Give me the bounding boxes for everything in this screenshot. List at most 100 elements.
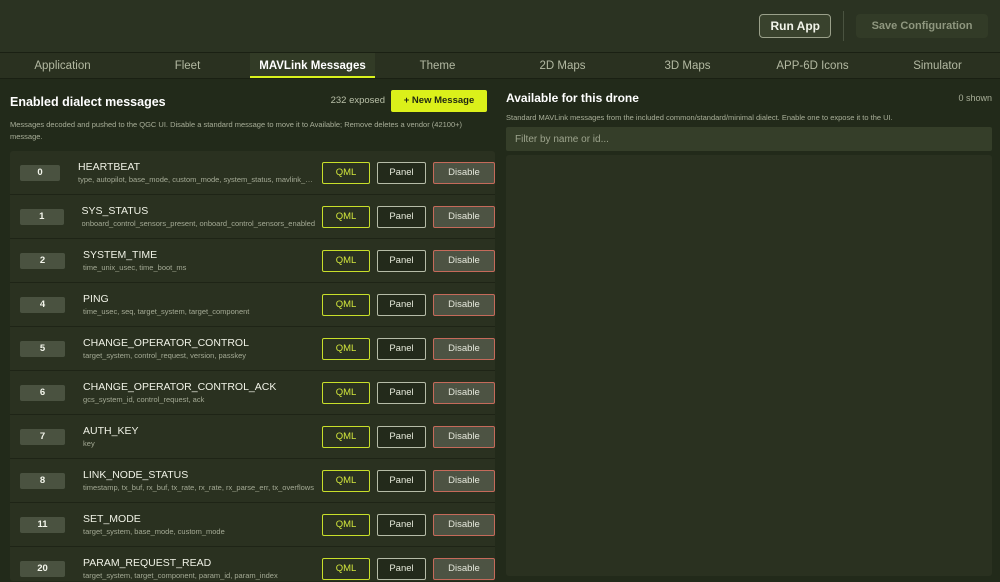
message-name: SYS_STATUS (81, 205, 149, 217)
panel-button[interactable]: Panel (377, 161, 426, 184)
message-fields: key (83, 439, 95, 448)
enabled-messages-panel: Enabled dialect messages 232 exposed + N… (0, 79, 503, 582)
message-fields: timestamp, tx_buf, rx_buf, tx_rate, rx_r… (83, 483, 314, 492)
message-row: 11 SET_MODE target_system, base_mode, cust… (10, 503, 495, 547)
message-id-badge: 6 (20, 384, 66, 401)
message-info: SYSTEM_TIME time_unix_usec, time_boot_ms (83, 248, 315, 273)
panel-button[interactable]: Panel (377, 381, 426, 404)
disable-button[interactable]: Disable (433, 381, 495, 404)
qml-button[interactable]: QML (322, 337, 370, 360)
panel-button[interactable]: Panel (377, 293, 426, 316)
message-info: HEARTBEAT type, autopilot, base_mode, cus… (78, 160, 315, 185)
qml-button[interactable]: QML (322, 513, 370, 536)
tab-2d-maps[interactable]: 2D Maps (500, 53, 625, 78)
tab-theme[interactable]: Theme (375, 53, 500, 78)
disable-button[interactable]: Disable (433, 557, 495, 580)
tab-mavlink-messages[interactable]: MAVLink Messages (250, 53, 375, 78)
disable-button[interactable]: Disable (433, 293, 495, 316)
message-info: PING time_usec, seq, target_system, targe… (83, 292, 315, 317)
enabled-message-list[interactable]: 0 HEARTBEAT type, autopilot, base_mode, cu… (10, 151, 495, 581)
message-name: SYSTEM_TIME (83, 249, 158, 261)
disable-button[interactable]: Disable (433, 469, 495, 492)
message-info: LINK_NODE_STATUS timestamp, tx_buf, rx_bu… (83, 468, 315, 493)
message-row: 7 AUTH_KEY key QML Panel Disable (10, 415, 495, 459)
top-bar: Run App Save Configuration (0, 0, 1000, 53)
message-id-badge: 0 (20, 164, 60, 181)
message-row: 2 SYSTEM_TIME time_unix_usec, time_boot_ms… (10, 239, 495, 283)
message-name: PING (83, 293, 109, 305)
tab-app-6d-icons[interactable]: APP-6D Icons (750, 53, 875, 78)
message-fields: type, autopilot, base_mode, custom_mode,… (78, 175, 315, 184)
exposed-count: 232 exposed (330, 95, 385, 106)
filter-input[interactable] (506, 127, 992, 151)
message-row: 5 CHANGE_OPERATOR_CONTROL target_system, c… (10, 327, 495, 371)
disable-button[interactable]: Disable (433, 513, 495, 536)
message-name: LINK_NODE_STATUS (83, 469, 189, 481)
message-info: CHANGE_OPERATOR_CONTROL_ACK gcs_system_id… (83, 380, 315, 405)
message-actions: QML Panel Disable (322, 469, 495, 492)
message-row: 6 CHANGE_OPERATOR_CONTROL_ACK gcs_system_i… (10, 371, 495, 415)
qml-button[interactable]: QML (322, 381, 370, 404)
disable-button[interactable]: Disable (433, 249, 495, 272)
available-message-list[interactable] (506, 155, 992, 576)
main-content: Enabled dialect messages 232 exposed + N… (0, 79, 1000, 582)
message-actions: QML Panel Disable (322, 557, 495, 580)
disable-button[interactable]: Disable (433, 337, 495, 360)
message-info: SYS_STATUS onboard_control_sensors_presen… (82, 204, 316, 229)
message-name: CHANGE_OPERATOR_CONTROL_ACK (83, 381, 277, 393)
message-name: CHANGE_OPERATOR_CONTROL (83, 337, 249, 349)
message-row: 0 HEARTBEAT type, autopilot, base_mode, cu… (10, 151, 495, 195)
tab-3d-maps[interactable]: 3D Maps (625, 53, 750, 78)
qml-button[interactable]: QML (322, 425, 370, 448)
panel-button[interactable]: Panel (377, 425, 426, 448)
message-id-badge: 2 (20, 252, 66, 269)
message-fields: time_unix_usec, time_boot_ms (83, 263, 187, 272)
message-fields: time_usec, seq, target_system, target_co… (83, 307, 250, 316)
message-id-badge: 4 (20, 296, 66, 313)
message-id-badge: 20 (20, 560, 66, 577)
tab-application[interactable]: Application (0, 53, 125, 78)
message-info: PARAM_REQUEST_READ target_system, target_… (83, 556, 315, 581)
message-row: 20 PARAM_REQUEST_READ target_system, targe… (10, 547, 495, 581)
message-fields: gcs_system_id, control_request, ack (83, 395, 205, 404)
message-fields: target_system, control_request, version,… (83, 351, 247, 360)
message-info: CHANGE_OPERATOR_CONTROL target_system, co… (83, 336, 315, 361)
message-name: HEARTBEAT (78, 161, 141, 173)
enabled-description: Messages decoded and pushed to the QGC U… (10, 120, 463, 141)
message-actions: QML Panel Disable (322, 205, 495, 228)
tab-fleet[interactable]: Fleet (125, 53, 250, 78)
message-fields: onboard_control_sensors_present, onboard… (81, 219, 316, 228)
save-configuration-button[interactable]: Save Configuration (856, 14, 988, 38)
qml-button[interactable]: QML (322, 293, 370, 316)
enabled-header: Enabled dialect messages 232 exposed + N… (10, 79, 493, 122)
disable-button[interactable]: Disable (433, 161, 495, 184)
message-id-badge: 8 (20, 472, 66, 489)
shown-count: 0 shown (958, 92, 992, 103)
new-message-button[interactable]: + New Message (391, 89, 487, 112)
panel-button[interactable]: Panel (377, 205, 426, 228)
message-id-badge: 11 (20, 516, 66, 533)
qml-button[interactable]: QML (322, 469, 370, 492)
available-description: Standard MAVLink messages from the inclu… (506, 113, 893, 122)
qml-button[interactable]: QML (322, 161, 370, 184)
qml-button[interactable]: QML (322, 249, 370, 272)
disable-button[interactable]: Disable (433, 425, 495, 448)
panel-button[interactable]: Panel (377, 513, 426, 536)
message-fields: target_system, base_mode, custom_mode (83, 527, 225, 536)
message-name: AUTH_KEY (83, 425, 139, 437)
panel-button[interactable]: Panel (377, 337, 426, 360)
message-id-badge: 1 (20, 208, 64, 225)
message-actions: QML Panel Disable (322, 425, 495, 448)
panel-button[interactable]: Panel (377, 249, 426, 272)
run-app-button[interactable]: Run App (759, 14, 831, 38)
qml-button[interactable]: QML (322, 205, 370, 228)
panel-button[interactable]: Panel (377, 557, 426, 580)
tab-simulator[interactable]: Simulator (875, 53, 1000, 78)
panel-button[interactable]: Panel (377, 469, 426, 492)
disable-button[interactable]: Disable (433, 205, 495, 228)
enabled-title: Enabled dialect messages (10, 94, 166, 109)
message-row: 8 LINK_NODE_STATUS timestamp, tx_buf, rx_b… (10, 459, 495, 503)
message-actions: QML Panel Disable (322, 337, 495, 360)
message-name: PARAM_REQUEST_READ (83, 557, 212, 569)
qml-button[interactable]: QML (322, 557, 370, 580)
